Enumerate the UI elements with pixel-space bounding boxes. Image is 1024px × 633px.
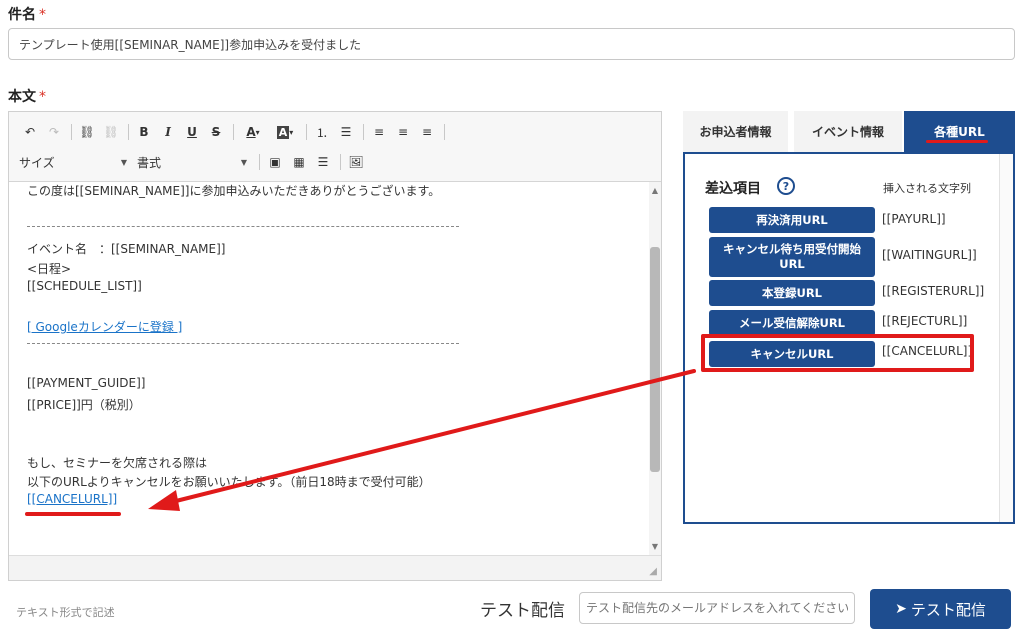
toolbar-divider xyxy=(306,124,307,140)
insert-waitingurl-button[interactable]: キャンセル待ち用受付開始URL xyxy=(709,237,875,277)
body-line: [[SCHEDULE_LIST]] xyxy=(27,279,142,293)
body-line: この度は[[SEMINAR_NAME]]に参加申込みいただきありがとうございます… xyxy=(27,184,441,198)
toolbar-divider xyxy=(444,124,445,140)
scroll-down-icon[interactable]: ▼ xyxy=(650,542,660,551)
underline-icon[interactable]: U xyxy=(181,121,203,143)
align-center-icon[interactable]: ≡ xyxy=(392,121,414,143)
chevron-down-icon: ▼ xyxy=(240,157,247,167)
body-editor[interactable]: ↶ ↷ ⛓ ⛓ B I U S A▾ A▾ ⒈ ☰ ≡ ≡ ≡ サイズ▼ xyxy=(8,111,662,581)
body-line: イベント名 ：[[SEMINAR_NAME]] xyxy=(27,242,226,256)
undo-icon[interactable]: ↶ xyxy=(19,121,41,143)
format-note: テキスト形式で記述 xyxy=(16,606,115,619)
inserted-text-header: 挿入される文字列 xyxy=(883,182,971,195)
body-line: [[PAYMENT_GUIDE]] xyxy=(27,376,146,390)
toolbar-divider xyxy=(128,124,129,140)
toolbar-divider xyxy=(233,124,234,140)
tab-applicant-info[interactable]: お申込者情報 xyxy=(683,111,788,152)
italic-icon[interactable]: I xyxy=(157,121,179,143)
insert-payurl-button[interactable]: 再決済用URL xyxy=(709,207,875,233)
annotation-underline xyxy=(25,512,121,516)
test-send-label: テスト配信 xyxy=(480,601,565,621)
body-line: もし、セミナーを欠席される際は xyxy=(27,456,208,470)
separator-line xyxy=(27,226,459,227)
google-calendar-link[interactable]: [ Googleカレンダーに登録 ] xyxy=(27,318,182,335)
insert-registerurl-button[interactable]: 本登録URL xyxy=(709,280,875,306)
merge-value: [[REGISTERURL]] xyxy=(882,284,985,298)
separator-line xyxy=(27,343,459,344)
tab-various-url[interactable]: 各種URL xyxy=(904,111,1015,152)
numbered-list-icon[interactable]: ⒈ xyxy=(311,121,333,143)
redo-icon[interactable]: ↷ xyxy=(43,121,65,143)
test-email-input[interactable] xyxy=(579,592,855,624)
table-icon[interactable]: ▦ xyxy=(288,151,310,173)
font-size-select[interactable]: サイズ ▼ xyxy=(19,154,127,171)
toolbar-divider xyxy=(363,124,364,140)
insert-rejecturl-button[interactable]: メール受信解除URL xyxy=(709,310,875,336)
text-color-icon[interactable]: A ▾ xyxy=(238,121,268,143)
body-line: 以下のURLよりキャンセルをお願いいたします。（前日18時まで受付可能） xyxy=(27,475,431,489)
scrollbar-thumb[interactable] xyxy=(650,247,660,472)
toolbar-divider xyxy=(259,154,260,170)
body-label: 本文 * xyxy=(8,89,46,105)
bulleted-list-icon[interactable]: ☰ xyxy=(335,121,357,143)
body-line: [[PRICE]]円（税別） xyxy=(27,398,141,412)
body-line: <日程> xyxy=(27,262,72,276)
toolbar-divider xyxy=(71,124,72,140)
bold-icon[interactable]: B xyxy=(133,121,155,143)
horizontal-rule-icon[interactable]: ☰ xyxy=(312,151,334,173)
image-upload-icon[interactable]: ▣ xyxy=(264,151,286,173)
chevron-down-icon: ▼ xyxy=(120,157,127,167)
scroll-up-icon[interactable]: ▲ xyxy=(650,186,660,195)
toolbar-divider xyxy=(340,154,341,170)
strikethrough-icon[interactable]: S xyxy=(205,121,227,143)
subject-input[interactable] xyxy=(8,28,1015,60)
merge-field-tabs: お申込者情報 イベント情報 各種URL xyxy=(683,111,1015,152)
resize-handle-icon[interactable]: ◢ xyxy=(649,566,657,577)
format-select[interactable]: 書式 ▼ xyxy=(137,154,247,171)
help-icon[interactable]: ? xyxy=(777,177,795,195)
panel-title: 差込項目 xyxy=(705,181,761,197)
editor-content[interactable]: この度は[[SEMINAR_NAME]]に参加申込みいただきありがとうございます… xyxy=(9,182,649,555)
highlight-box xyxy=(701,334,974,372)
test-send-button[interactable]: ➤ テスト配信 xyxy=(870,589,1011,629)
merge-value: [[PAYURL]] xyxy=(882,212,946,226)
unlink-icon[interactable]: ⛓ xyxy=(100,121,122,143)
panel-scrollbar[interactable] xyxy=(999,154,1013,522)
merge-value: [[REJECTURL]] xyxy=(882,314,968,328)
link-icon[interactable]: ⛓ xyxy=(76,121,98,143)
tab-annotation-underline xyxy=(926,140,988,143)
test-send-button-label: テスト配信 xyxy=(910,600,986,619)
align-left-icon[interactable]: ≡ xyxy=(368,121,390,143)
background-color-icon[interactable]: A ▾ xyxy=(270,121,300,143)
editor-status-bar: ◢ xyxy=(9,555,661,580)
subject-label: 件名 * xyxy=(8,7,46,23)
merge-value: [[WAITINGURL]] xyxy=(882,248,977,262)
align-right-icon[interactable]: ≡ xyxy=(416,121,438,143)
image-icon[interactable]: 🖼 xyxy=(345,151,367,173)
cancel-url-link[interactable]: [[CANCELURL]] xyxy=(27,492,117,506)
tab-event-info[interactable]: イベント情報 xyxy=(794,111,902,152)
editor-toolbar: ↶ ↷ ⛓ ⛓ B I U S A▾ A▾ ⒈ ☰ ≡ ≡ ≡ サイズ▼ xyxy=(9,112,661,182)
send-icon: ➤ xyxy=(895,601,907,617)
